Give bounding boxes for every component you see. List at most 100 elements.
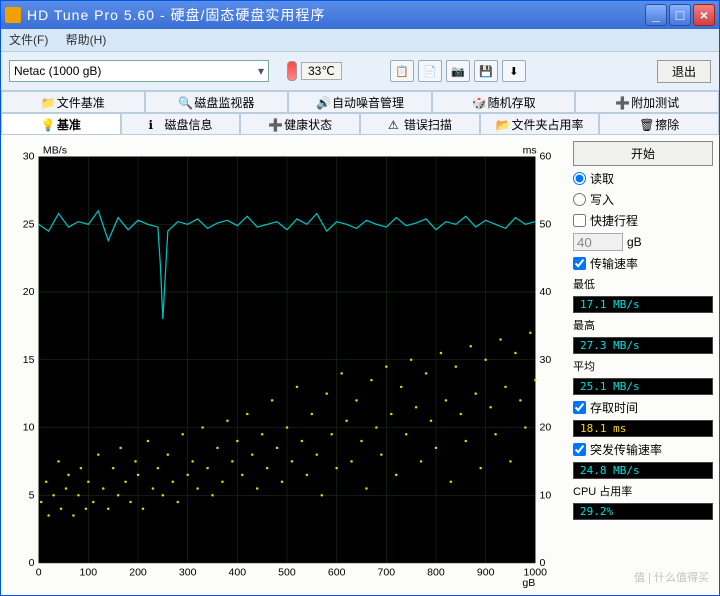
tab-row-2: 💡基准 ℹ磁盘信息 ➕健康状态 ⚠错误扫描 📂文件夹占用率 🗑擦除	[1, 113, 719, 135]
svg-text:0: 0	[29, 558, 35, 569]
read-radio[interactable]	[573, 172, 586, 185]
svg-text:700: 700	[378, 568, 396, 579]
svg-text:0: 0	[36, 568, 42, 579]
tab-row-1: 📁文件基准 🔍磁盘监视器 🔊自动噪音管理 🎲随机存取 ➕附加测试	[1, 91, 719, 113]
tab-auto-noise[interactable]: 🔊自动噪音管理	[288, 91, 432, 112]
titlebar: HD Tune Pro 5.60 - 硬盘/固态硬盘实用程序 _ □ ×	[1, 1, 719, 29]
short-stroke-checkbox[interactable]	[573, 214, 586, 227]
tab-folder-usage[interactable]: 📂文件夹占用率	[480, 113, 600, 134]
start-button[interactable]: 开始	[573, 141, 713, 166]
avg-value: 25.1 MB/s	[573, 378, 713, 395]
screenshot-button[interactable]: 📷	[446, 60, 470, 82]
health-icon: ➕	[268, 118, 280, 130]
access-time-value: 18.1 ms	[573, 420, 713, 437]
min-label: 最低	[573, 276, 713, 292]
toolbar: Netac (1000 gB) ▾ 33℃ 📋 📄 📷 💾 ⬇ 退出	[1, 51, 719, 91]
svg-text:MB/s: MB/s	[43, 146, 67, 157]
tab-erase[interactable]: 🗑擦除	[599, 113, 719, 134]
monitor-icon: 🔍	[178, 96, 190, 108]
svg-text:60: 60	[540, 152, 552, 163]
tab-disk-info[interactable]: ℹ磁盘信息	[121, 113, 241, 134]
menu-help[interactable]: 帮助(H)	[66, 33, 107, 47]
access-time-checkbox[interactable]	[573, 401, 586, 414]
app-window: HD Tune Pro 5.60 - 硬盘/固态硬盘实用程序 _ □ × 文件(…	[0, 0, 720, 596]
bulb-icon: 💡	[41, 118, 53, 130]
watermark: 值 | 什么值得买	[634, 569, 709, 585]
random-icon: 🎲	[472, 96, 484, 108]
file-icon: 📁	[41, 96, 53, 108]
tab-health[interactable]: ➕健康状态	[240, 113, 360, 134]
short-stroke-label: 快捷行程	[590, 212, 638, 229]
close-button[interactable]: ×	[693, 4, 715, 26]
tab-random-access[interactable]: 🎲随机存取	[432, 91, 576, 112]
svg-text:50: 50	[540, 220, 552, 231]
side-panel: 开始 读取 写入 快捷行程 gB 传输速率 最低 17.1 MB/s 最高 27…	[573, 141, 713, 589]
cpu-usage-value: 29.2%	[573, 503, 713, 520]
error-icon: ⚠	[388, 118, 400, 130]
save-button[interactable]: 💾	[474, 60, 498, 82]
tab-extra-tests[interactable]: ➕附加测试	[575, 91, 719, 112]
min-value: 17.1 MB/s	[573, 296, 713, 313]
info-icon: ℹ	[149, 118, 161, 130]
tab-disk-monitor[interactable]: 🔍磁盘监视器	[145, 91, 289, 112]
folder-icon: 📂	[496, 118, 508, 130]
write-label: 写入	[590, 191, 614, 208]
cpu-usage-label: CPU 占用率	[573, 483, 713, 499]
plus-icon: ➕	[615, 96, 627, 108]
burst-rate-value: 24.8 MB/s	[573, 462, 713, 479]
speaker-icon: 🔊	[316, 96, 328, 108]
options-button[interactable]: ⬇	[502, 60, 526, 82]
svg-text:800: 800	[427, 568, 445, 579]
tab-file-benchmark[interactable]: 📁文件基准	[1, 91, 145, 112]
drive-select[interactable]: Netac (1000 gB) ▾	[9, 60, 269, 82]
svg-text:20: 20	[23, 287, 35, 298]
svg-text:ms: ms	[523, 146, 537, 157]
exit-button[interactable]: 退出	[657, 60, 711, 83]
svg-text:200: 200	[129, 568, 147, 579]
svg-text:400: 400	[229, 568, 247, 579]
benchmark-chart: 0510152025300102030405060010020030040050…	[7, 141, 567, 589]
burst-rate-label: 突发传输速率	[590, 441, 662, 458]
svg-text:10: 10	[540, 490, 552, 501]
svg-text:500: 500	[278, 568, 296, 579]
svg-text:900: 900	[477, 568, 495, 579]
transfer-rate-label: 传输速率	[590, 255, 638, 272]
svg-text:600: 600	[328, 568, 346, 579]
access-time-label: 存取时间	[590, 399, 638, 416]
copy-info-button[interactable]: 📋	[390, 60, 414, 82]
svg-text:100: 100	[80, 568, 98, 579]
svg-text:10: 10	[23, 423, 35, 434]
svg-text:20: 20	[540, 423, 552, 434]
transfer-rate-checkbox[interactable]	[573, 257, 586, 270]
content-area: 0510152025300102030405060010020030040050…	[1, 135, 719, 595]
svg-text:gB: gB	[522, 578, 535, 589]
svg-text:300: 300	[179, 568, 197, 579]
app-icon	[5, 7, 21, 23]
minimize-button[interactable]: _	[645, 4, 667, 26]
max-value: 27.3 MB/s	[573, 337, 713, 354]
svg-text:30: 30	[540, 355, 552, 366]
maximize-button[interactable]: □	[669, 4, 691, 26]
tab-error-scan[interactable]: ⚠错误扫描	[360, 113, 480, 134]
svg-text:30: 30	[23, 152, 35, 163]
drive-select-value: Netac (1000 gB)	[14, 64, 101, 78]
read-label: 读取	[590, 170, 614, 187]
temperature-value: 33℃	[301, 62, 342, 80]
burst-rate-checkbox[interactable]	[573, 443, 586, 456]
svg-text:25: 25	[23, 220, 35, 231]
write-radio[interactable]	[573, 193, 586, 206]
menu-file[interactable]: 文件(F)	[9, 33, 48, 47]
tab-benchmark[interactable]: 💡基准	[1, 113, 121, 134]
window-title: HD Tune Pro 5.60 - 硬盘/固态硬盘实用程序	[27, 5, 645, 25]
svg-text:5: 5	[29, 490, 35, 501]
thermometer-icon	[287, 61, 297, 81]
chevron-down-icon: ▾	[258, 64, 264, 78]
max-label: 最高	[573, 317, 713, 333]
short-stroke-input	[573, 233, 623, 251]
svg-text:15: 15	[23, 355, 35, 366]
copy-screenshot-button[interactable]: 📄	[418, 60, 442, 82]
svg-text:1000: 1000	[524, 568, 548, 579]
svg-text:40: 40	[540, 287, 552, 298]
temperature-display: 33℃	[287, 61, 342, 81]
trash-icon: 🗑	[639, 118, 651, 130]
